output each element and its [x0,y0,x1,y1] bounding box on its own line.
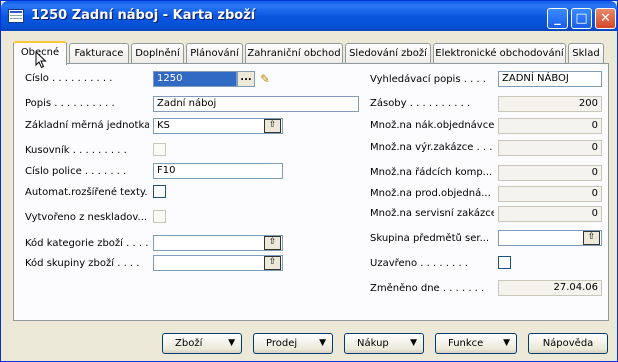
base-unit-lookup-icon[interactable]: ⇧ [264,119,281,133]
functions-menu-label: Funkce [448,338,484,349]
qty-on-service-order-field[interactable]: 0 [498,206,602,222]
chevron-down-icon: ▼ [503,338,510,348]
tab-doplneni[interactable]: Doplnění [131,43,184,64]
item-menu-button[interactable]: Zboží ▼ [162,333,242,354]
purchase-menu-button[interactable]: Nákup ▼ [344,333,424,354]
tab-elektronicke-obchodovani[interactable]: Elektronické obchodování [433,43,566,64]
help-button[interactable]: Nápověda [528,333,608,354]
window-title: 1250 Zadní náboj - Karta zboží [31,8,256,23]
mouse-cursor-icon [35,51,47,69]
created-from-nonstock-checkbox [153,210,166,223]
last-modified-field[interactable]: 27.04.06 [498,280,602,296]
purchase-menu-label: Nákup [357,338,389,349]
search-description-label: Vyhledávací popis . . . . [370,74,486,85]
description-field[interactable]: Zadní náboj [153,96,359,112]
tab-sledovani-zbozi[interactable]: Sledování zboží [345,43,431,64]
service-item-group-lookup-icon[interactable]: ⇧ [583,231,600,245]
number-field[interactable]: 1250 [153,71,237,87]
title-bar[interactable]: 1250 Zadní náboj - Karta zboží _ □ ✕ [1,1,617,31]
qty-on-component-lines-field[interactable]: 0 [498,165,602,181]
qty-on-component-lines-label: Množ.na řádcích komp... [370,167,493,178]
auto-ext-texts-label: Automat.rozšířené texty. . [25,187,149,198]
pencil-icon[interactable]: ✎ [260,71,276,87]
qty-on-sales-order-field[interactable]: 0 [498,186,602,202]
qty-on-prod-order-field[interactable]: 0 [498,140,602,156]
product-group-lookup-icon[interactable]: ⇧ [264,256,281,270]
item-category-label: Kód kategorie zboží . . . . [25,238,149,249]
app-icon [8,9,24,23]
qty-on-prod-order-label: Množ.na výr.zakázce . . . [370,142,493,153]
search-description-field[interactable]: ZADNÍ NÁBOJ [498,71,602,87]
chevron-down-icon: ▼ [228,338,235,348]
maximize-button[interactable]: □ [571,8,592,29]
item-category-lookup-icon[interactable]: ⇧ [264,236,281,250]
tab-planovani[interactable]: Plánování [186,43,243,64]
inventory-label: Zásoby . . . . . . . . . . [370,98,471,109]
sales-menu-label: Prodej [266,338,298,349]
last-modified-label: Změněno dne . . . . . . . [370,283,485,294]
item-menu-label: Zboží [175,338,203,349]
functions-menu-button[interactable]: Funkce ▼ [435,333,517,354]
shelf-number-label: Číslo police . . . . . . . [25,166,127,177]
sales-menu-button[interactable]: Prodej ▼ [253,333,333,354]
shelf-number-field[interactable]: F10 [153,163,283,179]
base-unit-label: Základní měrná jednotka. . [25,120,149,131]
chevron-down-icon: ▼ [410,338,417,348]
product-group-label: Kód skupiny zboží . . . . [25,258,140,269]
assist-edit-icon[interactable]: ... [237,71,255,87]
bom-checkbox [153,143,166,156]
qty-on-purch-order-label: Množ.na nák.objednávce [370,120,494,131]
qty-on-purch-order-field[interactable]: 0 [498,118,602,134]
minimize-button[interactable]: _ [547,8,568,29]
created-from-nonstock-label: Vytvořeno z neskladov... [25,212,148,223]
chevron-down-icon: ▼ [319,338,326,348]
tab-fakturace[interactable]: Fakturace [69,43,129,64]
qty-on-service-order-label: Množ.na servisní zakázce [370,208,494,219]
item-card-window: 1250 Zadní náboj - Karta zboží _ □ ✕ Obe… [0,0,618,362]
description-label: Popis . . . . . . . . . . [25,98,115,109]
inventory-field[interactable]: 200 [498,96,602,112]
tab-zahranicni-obchod[interactable]: Zahraniční obchod [245,43,343,64]
close-button[interactable]: ✕ [595,8,616,29]
bom-label: Kusovník . . . . . . . . . [25,145,127,156]
tab-sklad[interactable]: Sklad [568,43,604,64]
blocked-label: Uzavřeno . . . . . . . . [370,258,468,269]
qty-on-sales-order-label: Množ.na prod.objedná... [370,188,491,199]
blocked-checkbox[interactable] [498,256,511,269]
number-label: Číslo . . . . . . . . . . [25,73,113,84]
service-item-group-label: Skupina předmětů ser... [370,233,490,244]
auto-ext-texts-checkbox[interactable] [153,185,166,198]
